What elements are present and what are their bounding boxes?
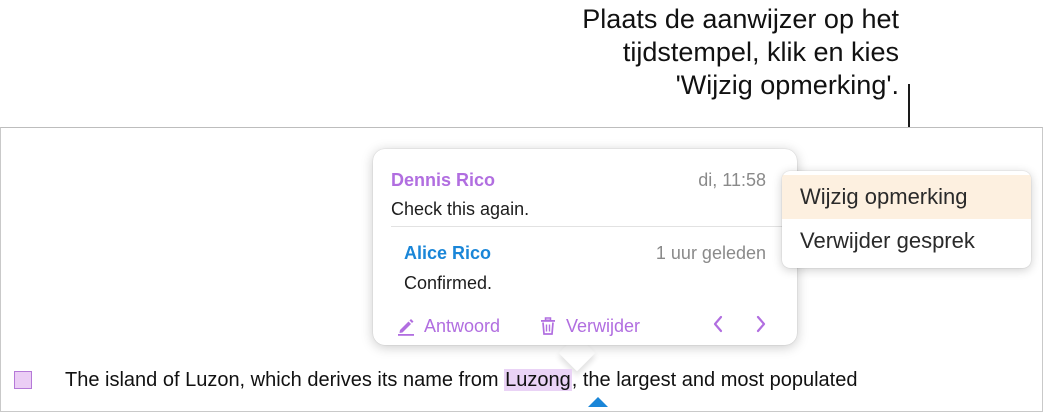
menu-item-edit-comment[interactable]: Wijzig opmerking: [782, 175, 1031, 219]
comment-anchor-icon: [588, 397, 608, 407]
previous-comment-button[interactable]: [708, 312, 728, 336]
callout-line-3: 'Wijzig opmerking'.: [675, 70, 899, 100]
pencil-icon: [396, 316, 416, 336]
comment-divider: [391, 226, 783, 227]
delete-button[interactable]: Verwijder: [538, 315, 640, 337]
reply-label: Antwoord: [424, 315, 501, 336]
reply-button[interactable]: Antwoord: [396, 315, 500, 337]
comment-marker[interactable]: [14, 371, 32, 389]
reply-timestamp[interactable]: 1 uur geleden: [600, 243, 766, 264]
menu-item-delete-conversation[interactable]: Verwijder gesprek: [782, 219, 1031, 263]
text-after: , the largest and most populated: [571, 369, 858, 391]
comment-author: Dennis Rico: [391, 170, 496, 190]
trash-icon: [538, 316, 558, 336]
chevron-right-icon: [756, 315, 766, 333]
callout-line-1: Plaats de aanwijzer op het: [582, 4, 899, 34]
comment-text: Check this again.: [391, 199, 530, 219]
chevron-left-icon: [713, 315, 723, 333]
page: Plaats de aanwijzer op het tijdstempel, …: [0, 0, 1043, 412]
context-menu: Wijzig opmerking Verwijder gesprek: [782, 171, 1031, 268]
highlighted-word[interactable]: Luzong: [504, 369, 572, 391]
reply-text: Confirmed.: [404, 273, 493, 293]
callout-line-2: tijdstempel, klik en kies: [622, 37, 899, 67]
reply-author: Alice Rico: [404, 243, 492, 263]
comment-timestamp[interactable]: di, 11:58: [640, 170, 766, 191]
next-comment-button[interactable]: [751, 312, 771, 336]
text-before: The island of Luzon, which derives its n…: [65, 369, 505, 391]
instruction-callout: Plaats de aanwijzer op het tijdstempel, …: [479, 3, 899, 102]
delete-label: Verwijder: [566, 315, 641, 336]
document-text-line[interactable]: The island of Luzon, which derives its n…: [65, 369, 857, 392]
